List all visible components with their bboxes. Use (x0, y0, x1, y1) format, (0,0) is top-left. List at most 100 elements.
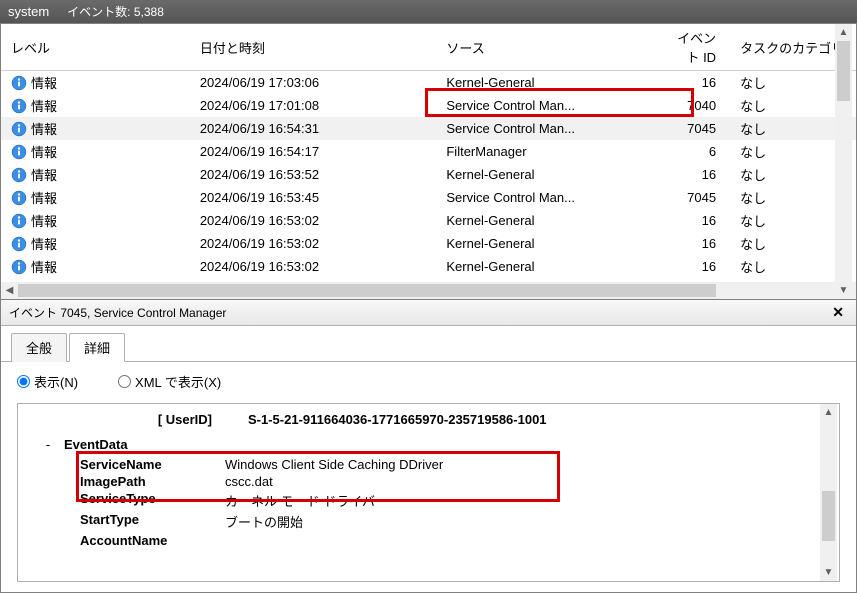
window-header: system イベント数: 5,388 (0, 0, 857, 23)
cell-level: 情報 (1, 140, 190, 163)
cell-source: Kernel-General (436, 71, 656, 95)
info-icon (11, 121, 27, 137)
scroll-left-arrow[interactable]: ◀ (1, 282, 18, 299)
tab-detail[interactable]: 詳細 (69, 333, 125, 362)
close-icon[interactable]: ✕ (828, 304, 848, 321)
cell-level: 情報 (1, 71, 190, 95)
cell-eventid: 16 (657, 232, 730, 255)
cell-datetime: 2024/06/19 16:54:31 (190, 117, 437, 140)
cell-eventid: 16 (657, 163, 730, 186)
tab-general[interactable]: 全般 (11, 333, 67, 362)
userid-row: [ UserID] S-1-5-21-911664036-1771665970-… (42, 412, 827, 427)
eventdata-row: ImagePathcscc.dat (80, 473, 827, 490)
scroll-thumb[interactable] (837, 41, 850, 101)
scroll-down-arrow[interactable]: ▼ (820, 564, 837, 581)
userid-label: [ UserID] (120, 412, 218, 427)
level-text: 情報 (31, 211, 57, 230)
col-eventid[interactable]: イベント ID (657, 24, 730, 71)
table-row[interactable]: 情報2024/06/19 16:53:02Kernel-General16なし (1, 209, 856, 232)
cell-datetime: 2024/06/19 16:53:02 (190, 232, 437, 255)
cell-datetime: 2024/06/19 16:53:02 (190, 255, 437, 278)
cell-datetime: 2024/06/19 16:53:45 (190, 186, 437, 209)
cell-source: Service Control Man... (436, 94, 656, 117)
cell-eventid: 7040 (657, 94, 730, 117)
event-table: レベル 日付と時刻 ソース イベント ID タスクのカテゴリ 情報2024/06… (1, 24, 856, 282)
cell-source: Kernel-General (436, 255, 656, 278)
horizontal-scrollbar[interactable]: ◀ ▶ (1, 282, 856, 299)
cell-level: 情報 (1, 94, 190, 117)
tab-bar: 全般 詳細 (1, 326, 856, 362)
event-count: イベント数: 5,388 (67, 3, 164, 20)
col-source[interactable]: ソース (436, 24, 656, 71)
info-icon (11, 190, 27, 206)
info-icon (11, 75, 27, 91)
event-list-panel: レベル 日付と時刻 ソース イベント ID タスクのカテゴリ 情報2024/06… (0, 23, 857, 300)
scroll-track[interactable] (820, 421, 837, 564)
level-text: 情報 (31, 119, 57, 138)
radio-xml-input[interactable] (118, 375, 131, 388)
col-level[interactable]: レベル (1, 24, 190, 71)
eventdata-header[interactable]: - EventData (42, 437, 827, 452)
table-row[interactable]: 情報2024/06/19 16:54:31Service Control Man… (1, 117, 856, 140)
cell-source: Kernel-General (436, 232, 656, 255)
level-text: 情報 (31, 96, 57, 115)
vertical-scrollbar[interactable]: ▲ ▼ (835, 24, 852, 299)
table-row[interactable]: 情報2024/06/19 16:53:02Kernel-General16なし (1, 232, 856, 255)
scroll-up-arrow[interactable]: ▲ (835, 24, 852, 41)
cell-level: 情報 (1, 232, 190, 255)
userid-value: S-1-5-21-911664036-1771665970-235719586-… (218, 412, 547, 427)
log-name: system (8, 4, 49, 19)
scroll-track-h[interactable] (18, 282, 839, 299)
col-datetime[interactable]: 日付と時刻 (190, 24, 437, 71)
info-icon (11, 213, 27, 229)
table-row[interactable]: 情報2024/06/19 16:53:52Kernel-General16なし (1, 163, 856, 186)
eventdata-row: StartTypeブートの開始 (80, 511, 827, 532)
scroll-thumb[interactable] (822, 491, 835, 541)
radio-xml[interactable]: XML で表示(X) (118, 372, 221, 391)
event-detail-panel: イベント 7045, Service Control Manager ✕ 全般 … (0, 300, 857, 593)
cell-source: Kernel-General (436, 209, 656, 232)
level-text: 情報 (31, 257, 57, 276)
level-text: 情報 (31, 73, 57, 92)
cell-source: Service Control Man... (436, 186, 656, 209)
info-icon (11, 259, 27, 275)
eventdata-label: EventData (64, 437, 128, 452)
scroll-up-arrow[interactable]: ▲ (820, 404, 837, 421)
scroll-thumb-h[interactable] (18, 284, 716, 297)
eventdata-row: ServiceNameWindows Client Side Caching D… (80, 456, 827, 473)
table-row[interactable]: 情報2024/06/19 17:03:06Kernel-General16なし (1, 71, 856, 95)
eventdata-value: cscc.dat (225, 473, 273, 490)
tab-content: 表示(N) XML で表示(X) [ UserID] S-1-5-21-9116… (1, 362, 856, 592)
table-row[interactable]: 情報2024/06/19 16:54:17FilterManager6なし (1, 140, 856, 163)
cell-eventid: 6 (657, 140, 730, 163)
cell-eventid: 16 (657, 71, 730, 95)
cell-level: 情報 (1, 117, 190, 140)
level-text: 情報 (31, 142, 57, 161)
cell-datetime: 2024/06/19 17:01:08 (190, 94, 437, 117)
table-row[interactable]: 情報 2024/06/19 17:01:08Service Control Man… (1, 94, 856, 117)
eventdata-key: AccountName (80, 532, 225, 549)
detail-header: イベント 7045, Service Control Manager ✕ (1, 300, 856, 326)
cell-datetime: 2024/06/19 16:53:02 (190, 209, 437, 232)
info-icon (11, 236, 27, 252)
table-row[interactable]: 情報2024/06/19 16:53:02Kernel-General16なし (1, 255, 856, 278)
cell-level: 情報 (1, 209, 190, 232)
detail-body: [ UserID] S-1-5-21-911664036-1771665970-… (17, 403, 840, 582)
table-row[interactable]: 情報2024/06/19 16:53:45Service Control Man… (1, 186, 856, 209)
info-icon (11, 98, 27, 114)
cell-datetime: 2024/06/19 17:03:06 (190, 71, 437, 95)
radio-display[interactable]: 表示(N) (17, 372, 78, 391)
cell-level: 情報 (1, 163, 190, 186)
cell-eventid: 7045 (657, 186, 730, 209)
detail-scrollbar[interactable]: ▲ ▼ (820, 404, 837, 581)
collapse-icon[interactable]: - (42, 437, 54, 452)
info-icon (11, 144, 27, 160)
eventdata-row: ServiceTypeカーネル モード ドライバー (80, 490, 827, 511)
view-mode-radios: 表示(N) XML で表示(X) (17, 372, 840, 391)
radio-xml-label: XML で表示(X) (135, 372, 221, 391)
scroll-track[interactable] (835, 41, 852, 282)
radio-display-input[interactable] (17, 375, 30, 388)
eventdata-key: ServiceType (80, 490, 225, 511)
cell-eventid: 16 (657, 255, 730, 278)
eventdata-rows: ServiceNameWindows Client Side Caching D… (42, 456, 827, 549)
